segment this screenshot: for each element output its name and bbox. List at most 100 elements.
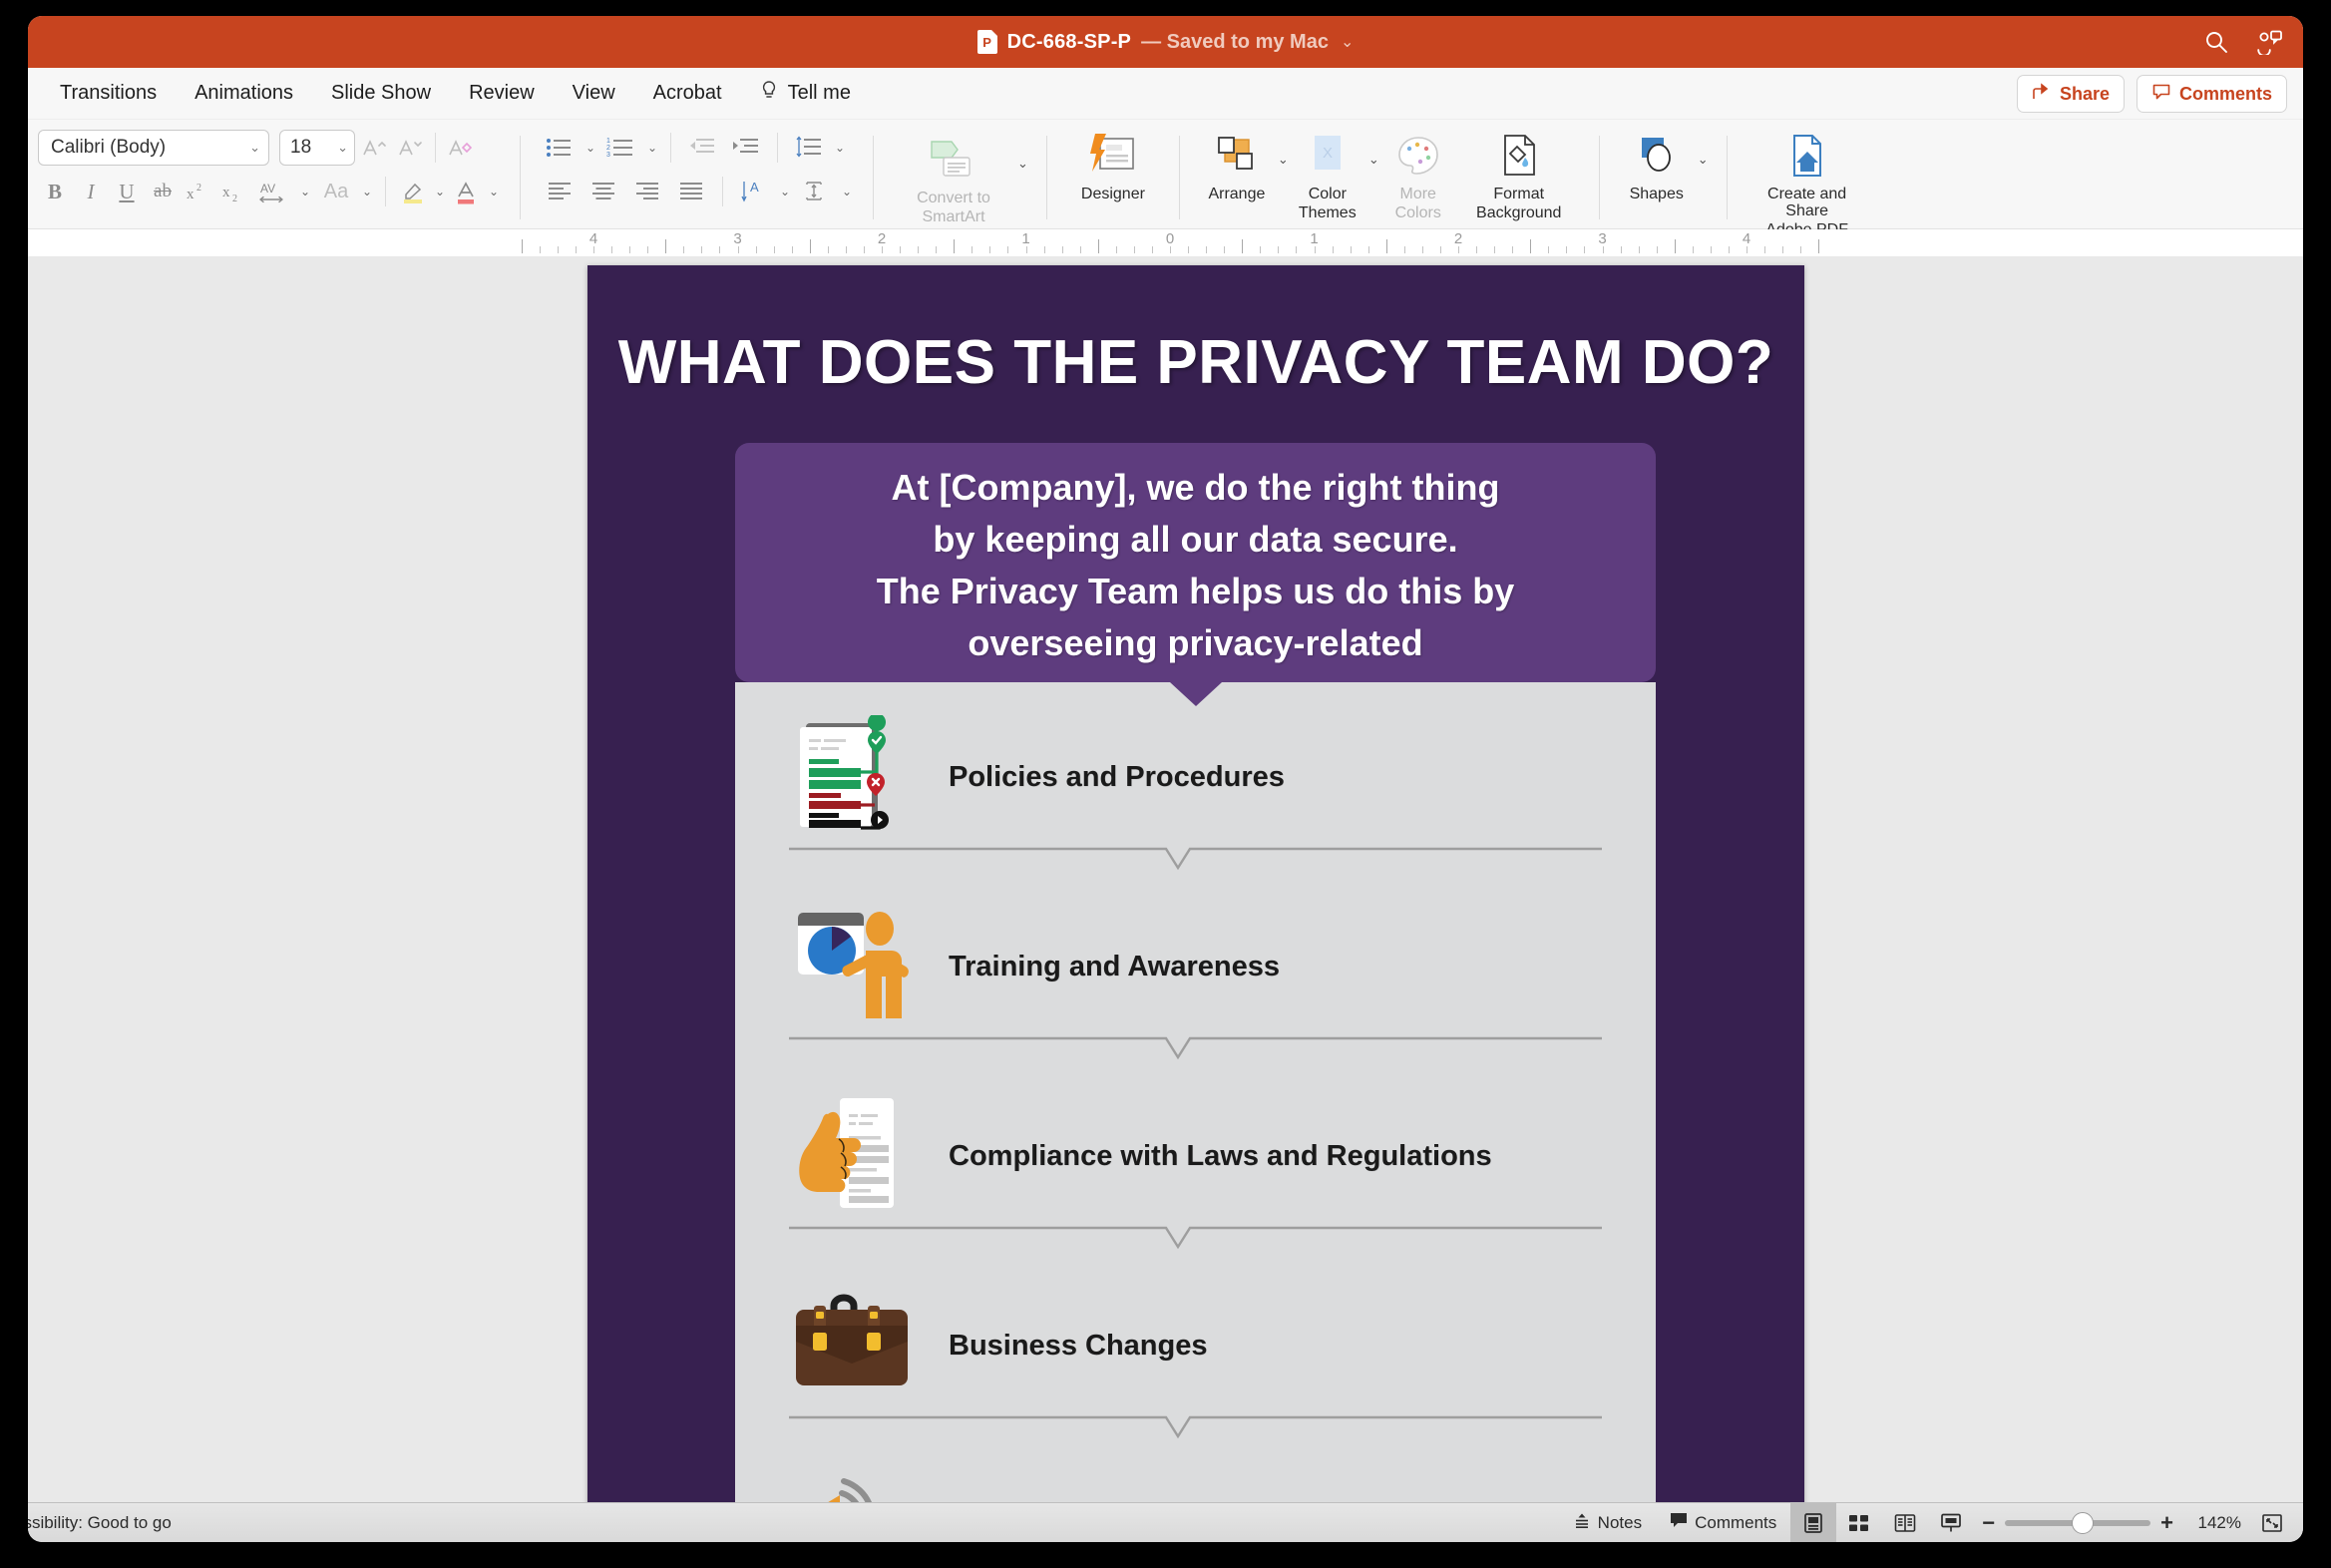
status-bar-right: Notes Comments − + 142% [1559,1503,2295,1542]
text-highlight-color-button[interactable] [396,174,430,209]
ribbon-toolbar: Calibri (Body) ⌄ 18 ⌄ B I U ab x 2 x 2 A… [28,120,2303,238]
slide-title[interactable]: WHAT DOES THE PRIVACY TEAM DO? [587,327,1804,398]
comments-button[interactable]: Comments [2136,75,2287,113]
underline-button[interactable]: U [110,174,144,209]
list-item[interactable]: Business Changes [735,1251,1656,1440]
horizontal-ruler[interactable]: 4 3 2 1 0 1 2 3 4 [28,229,2303,257]
search-icon[interactable] [2203,29,2229,55]
create-share-adobe-pdf-button[interactable]: Create and Share Adobe PDF [1746,126,1869,238]
italic-button[interactable]: I [74,174,108,209]
collaborators-icon[interactable] [2255,29,2283,55]
bold-button[interactable]: B [38,174,72,209]
ruler-tick [1350,246,1352,253]
ruler-tick [1242,239,1244,253]
zoom-in-button[interactable]: + [2160,1510,2173,1536]
list-item[interactable]: Policies and Procedures [735,682,1656,872]
justify-button[interactable] [670,174,712,209]
zoom-slider[interactable] [2005,1512,2151,1534]
chevron-down-icon[interactable]: ⌄ [1368,152,1379,168]
lightbulb-icon [760,80,778,108]
chevron-down-icon[interactable]: ⌄ [297,185,313,198]
chevron-down-icon[interactable]: ⌄ [1341,32,1354,52]
subscript-button[interactable]: x 2 [217,174,251,209]
change-case-button[interactable]: Aa [315,174,357,209]
font-size-select[interactable]: 18 ⌄ [279,130,355,166]
menu-acrobat[interactable]: Acrobat [653,82,722,105]
arrange-button[interactable]: Arrange [1198,126,1276,202]
zoom-percent-label[interactable]: 142% [2183,1513,2241,1533]
increase-indent-button[interactable] [725,130,767,166]
chevron-down-icon[interactable]: ⌄ [777,185,793,198]
align-text-button[interactable] [795,174,837,209]
align-center-button[interactable] [583,174,624,209]
convert-to-smartart-button[interactable]: Convert to SmartArt [892,130,1015,225]
color-themes-label-2: Themes [1298,204,1357,221]
reading-view-button[interactable] [1882,1503,1928,1542]
zoom-slider-handle[interactable] [2071,1512,2094,1534]
menu-slide-show[interactable]: Slide Show [331,82,431,105]
list-item[interactable] [735,1440,1656,1502]
intro-callout-box[interactable]: At [Company], we do the right thing by k… [735,443,1656,682]
font-color-button[interactable] [450,174,484,209]
font-name-select[interactable]: Calibri (Body) ⌄ [38,130,269,166]
slide[interactable]: WHAT DOES THE PRIVACY TEAM DO? At [Compa… [587,265,1804,1502]
ruler-tick [1747,246,1748,253]
share-button[interactable]: Share [2016,75,2125,113]
chevron-down-icon[interactable]: ⌄ [359,185,375,198]
numbering-button[interactable]: 1 2 3 [600,130,642,166]
chevron-down-icon[interactable]: ⌄ [583,141,598,155]
list-item[interactable]: Training and Awareness [735,872,1656,1061]
designer-button[interactable]: Designer [1065,126,1161,202]
shrink-font-button[interactable] [393,130,427,166]
document-title-group[interactable]: DC-668-SP-P — Saved to my Mac ⌄ [976,30,1354,54]
normal-view-button[interactable] [1790,1503,1837,1542]
chevron-down-icon[interactable]: ⌄ [1017,156,1028,172]
callout-arrow [1170,682,1222,706]
svg-text:A: A [750,180,759,195]
character-spacing-button[interactable]: AV [253,174,295,209]
align-right-button[interactable] [626,174,668,209]
comments-status-button[interactable]: Comments [1656,1503,1790,1542]
shapes-button[interactable]: Shapes [1618,126,1696,202]
chevron-down-icon[interactable]: ⌄ [832,141,848,155]
line-spacing-button[interactable] [788,130,830,166]
ribbon-group-shapes: Shapes ⌄ [1608,126,1719,228]
grow-font-button[interactable] [357,130,391,166]
list-item[interactable]: Compliance with Laws and Regulations [735,1061,1656,1251]
menu-view[interactable]: View [573,82,615,105]
format-background-button[interactable]: Format Background [1457,126,1581,221]
chevron-down-icon[interactable]: ⌄ [839,185,855,198]
chevron-down-icon[interactable]: ⌄ [486,185,502,198]
zoom-control[interactable]: − + 142% [1974,1510,2249,1536]
chevron-down-icon[interactable]: ⌄ [1698,152,1709,168]
format-background-label-2: Background [1476,204,1562,221]
ruler-tick [1115,246,1117,253]
chevron-down-icon[interactable]: ⌄ [432,185,448,198]
slide-sorter-view-button[interactable] [1836,1503,1882,1542]
menu-transitions[interactable]: Transitions [60,82,157,105]
chevron-down-icon[interactable]: ⌄ [1278,152,1289,168]
superscript-button[interactable]: x 2 [182,174,215,209]
align-left-button[interactable] [539,174,581,209]
more-colors-button[interactable]: More Colors [1379,126,1457,221]
accessibility-status[interactable]: essibility: Good to go [28,1513,172,1533]
ruler-tick [1530,239,1532,253]
ribbon-group-format: Arrange ⌄ X Color Themes ⌄ More Colors F… [1188,126,1591,228]
chevron-down-icon[interactable]: ⌄ [644,141,660,155]
strikethrough-button[interactable]: ab [146,174,180,209]
document-name: DC-668-SP-P [1006,30,1132,53]
notes-button[interactable]: Notes [1559,1503,1656,1542]
clear-formatting-button[interactable] [444,130,478,166]
menu-review[interactable]: Review [469,82,535,105]
zoom-out-button[interactable]: − [1982,1510,1995,1536]
fit-slide-to-window-button[interactable] [2249,1503,2295,1542]
ruler-tick [882,246,883,253]
slideshow-view-button[interactable] [1928,1503,1974,1542]
menu-animations[interactable]: Animations [194,82,293,105]
text-direction-button[interactable]: A [733,174,775,209]
tell-me-search[interactable]: Tell me [760,80,851,108]
color-themes-button[interactable]: X Color Themes [1289,126,1366,221]
slide-canvas[interactable]: WHAT DOES THE PRIVACY TEAM DO? At [Compa… [28,257,2303,1502]
decrease-indent-button[interactable] [681,130,723,166]
bullets-button[interactable] [539,130,581,166]
